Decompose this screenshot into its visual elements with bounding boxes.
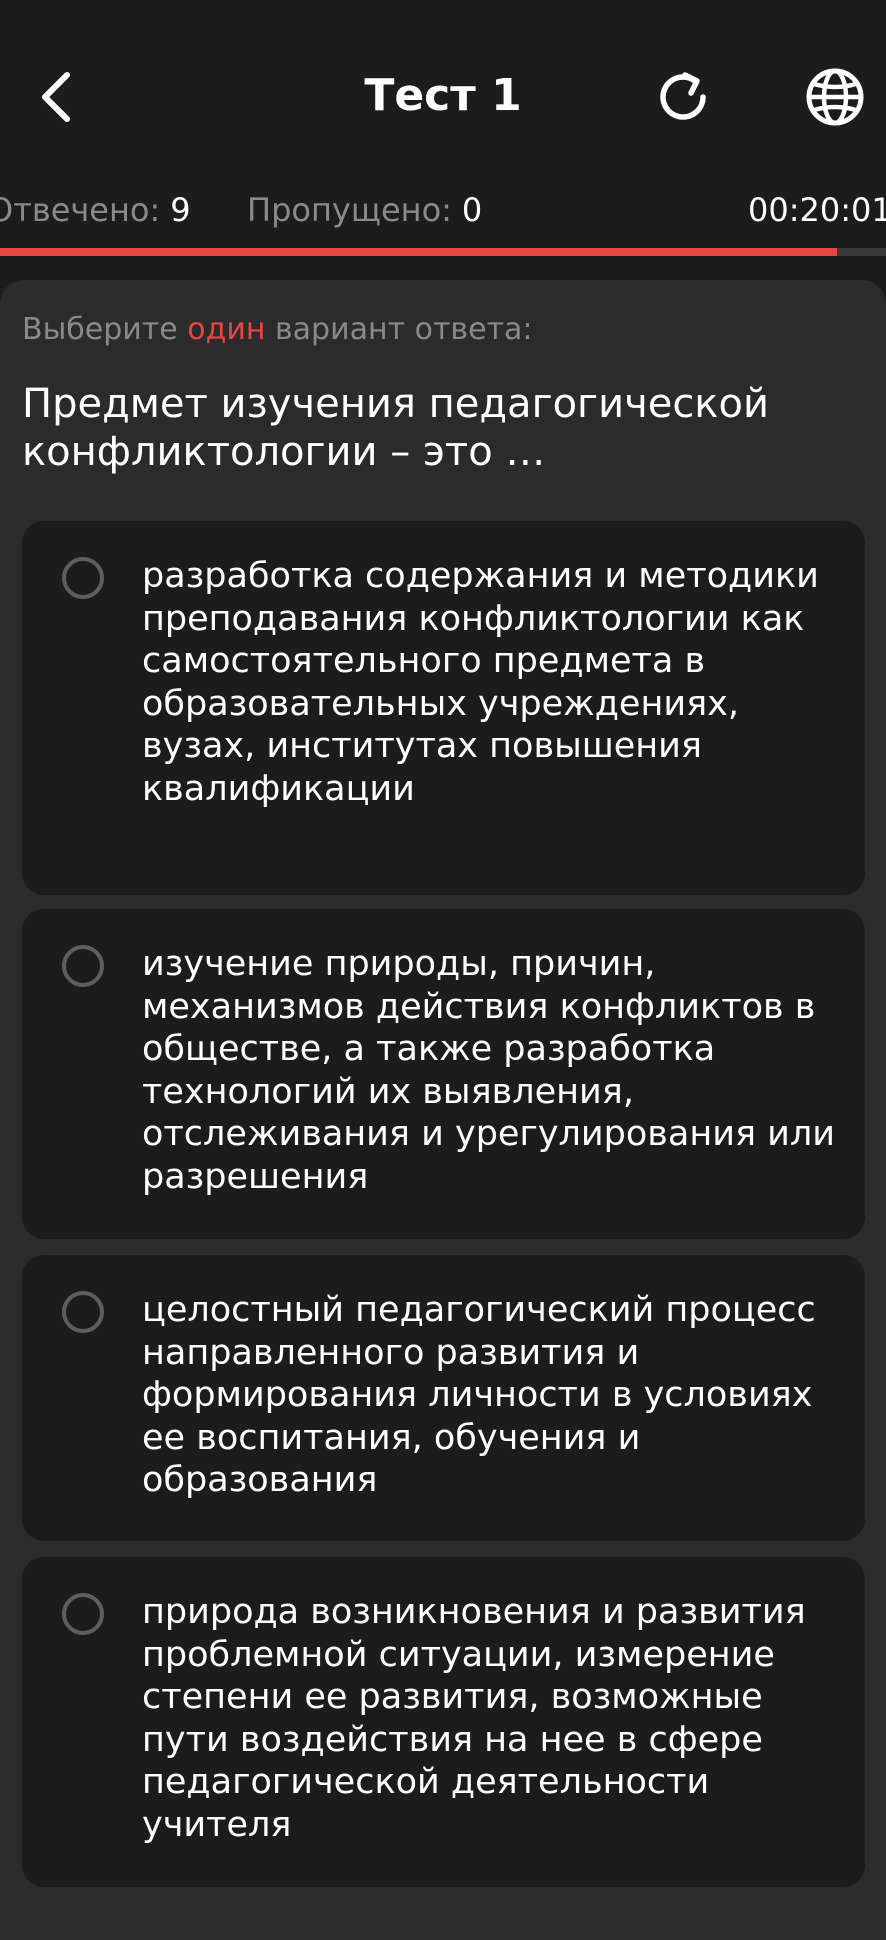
- answer-option-text: целостный педагогический процесс направл…: [142, 1290, 816, 1500]
- progress-bar: [0, 248, 886, 256]
- answer-option-text: разработка содержания и методики препода…: [142, 556, 819, 809]
- progress-bar-fill: [0, 248, 838, 256]
- language-button[interactable]: [800, 62, 870, 132]
- answer-option-4[interactable]: природа возникновения и развития проблем…: [22, 1557, 865, 1887]
- answer-option-text: изучение природы, причин, механизмов дей…: [142, 944, 836, 1197]
- instruction-accent: один: [187, 312, 266, 347]
- instruction-prefix: Выберите: [22, 312, 188, 347]
- question-card: Выберите один вариант ответа: Предмет из…: [0, 280, 886, 1940]
- answer-option-text: природа возникновения и развития проблем…: [142, 1592, 806, 1845]
- answered-count: Отвечено: 9: [0, 188, 191, 232]
- question-text: Предмет изучения педагогической конфликт…: [22, 381, 769, 475]
- answered-label: Отвечено:: [0, 191, 161, 229]
- globe-icon: [806, 68, 864, 126]
- top-bar: Тест 1: [0, 0, 886, 195]
- radio-button[interactable]: [62, 1291, 104, 1333]
- radio-button[interactable]: [62, 1593, 104, 1635]
- skipped-label: Пропущено:: [247, 191, 452, 229]
- quiz-stats-bar: Отвечено: 9 Пропущено: 0 00:20:01: [0, 188, 886, 236]
- answer-option-1[interactable]: разработка содержания и методики препода…: [22, 521, 865, 895]
- answer-option-2[interactable]: изучение природы, причин, механизмов дей…: [22, 909, 865, 1239]
- answer-instruction: Выберите один вариант ответа:: [22, 310, 533, 350]
- skipped-value: 0: [461, 191, 483, 229]
- answered-value: 9: [170, 191, 191, 229]
- restart-button[interactable]: [650, 62, 720, 132]
- radio-button[interactable]: [62, 557, 104, 599]
- skipped-count: Пропущено: 0: [247, 188, 482, 232]
- answer-option-3[interactable]: целостный педагогический процесс направл…: [22, 1255, 865, 1541]
- timer: 00:20:01: [748, 191, 886, 229]
- refresh-icon: [660, 72, 706, 120]
- instruction-suffix: вариант ответа:: [265, 312, 533, 347]
- page-title: Тест 1: [364, 70, 522, 121]
- radio-button[interactable]: [62, 945, 104, 987]
